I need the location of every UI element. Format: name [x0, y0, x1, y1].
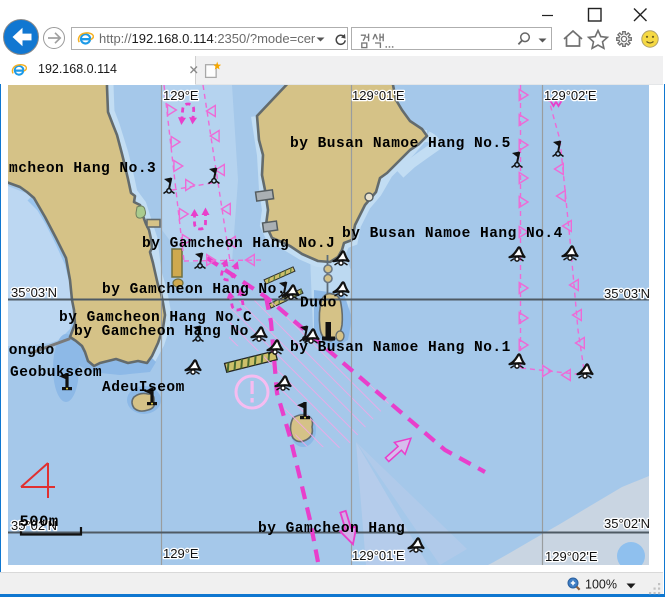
- svg-text:by Gamcheon Hang No.J: by Gamcheon Hang No.J: [142, 236, 335, 252]
- svg-text:by Busan Namoe Hang No.1: by Busan Namoe Hang No.1: [290, 340, 511, 356]
- svg-text:129°02'E: 129°02'E: [544, 88, 597, 103]
- svg-text:129°E: 129°E: [163, 88, 199, 103]
- svg-text:Songdo: Songdo: [8, 343, 55, 359]
- svg-text:35°03'N: 35°03'N: [604, 286, 649, 301]
- svg-text:Dudo: Dudo: [300, 296, 337, 312]
- svg-text:by Gamcheon Hang No: by Gamcheon Hang No: [74, 324, 249, 340]
- svg-text:35°02'N: 35°02'N: [604, 516, 649, 531]
- svg-text:by Busan Namoe Hang No.4: by Busan Namoe Hang No.4: [342, 226, 563, 242]
- svg-text:100%: 100%: [585, 578, 617, 592]
- svg-text:AdeuIseom: AdeuIseom: [102, 380, 185, 396]
- svg-text:Gamcheon Hang No.3: Gamcheon Hang No.3: [8, 161, 156, 177]
- svg-text:500m: 500m: [20, 513, 59, 531]
- svg-text:Geobukseom: Geobukseom: [10, 365, 102, 381]
- svg-text:129°02'E: 129°02'E: [545, 549, 598, 564]
- svg-text:129°E: 129°E: [163, 546, 199, 561]
- svg-text:35°03'N: 35°03'N: [11, 285, 57, 300]
- svg-text:129°01'E: 129°01'E: [352, 88, 405, 103]
- svg-text:by Gamcheon Hang: by Gamcheon Hang: [258, 521, 405, 537]
- svg-text:129°01'E: 129°01'E: [352, 548, 405, 563]
- svg-text:by Gamcheon Hang No.: by Gamcheon Hang No.: [102, 282, 286, 298]
- svg-text:by Busan Namoe Hang No.5: by Busan Namoe Hang No.5: [290, 136, 511, 152]
